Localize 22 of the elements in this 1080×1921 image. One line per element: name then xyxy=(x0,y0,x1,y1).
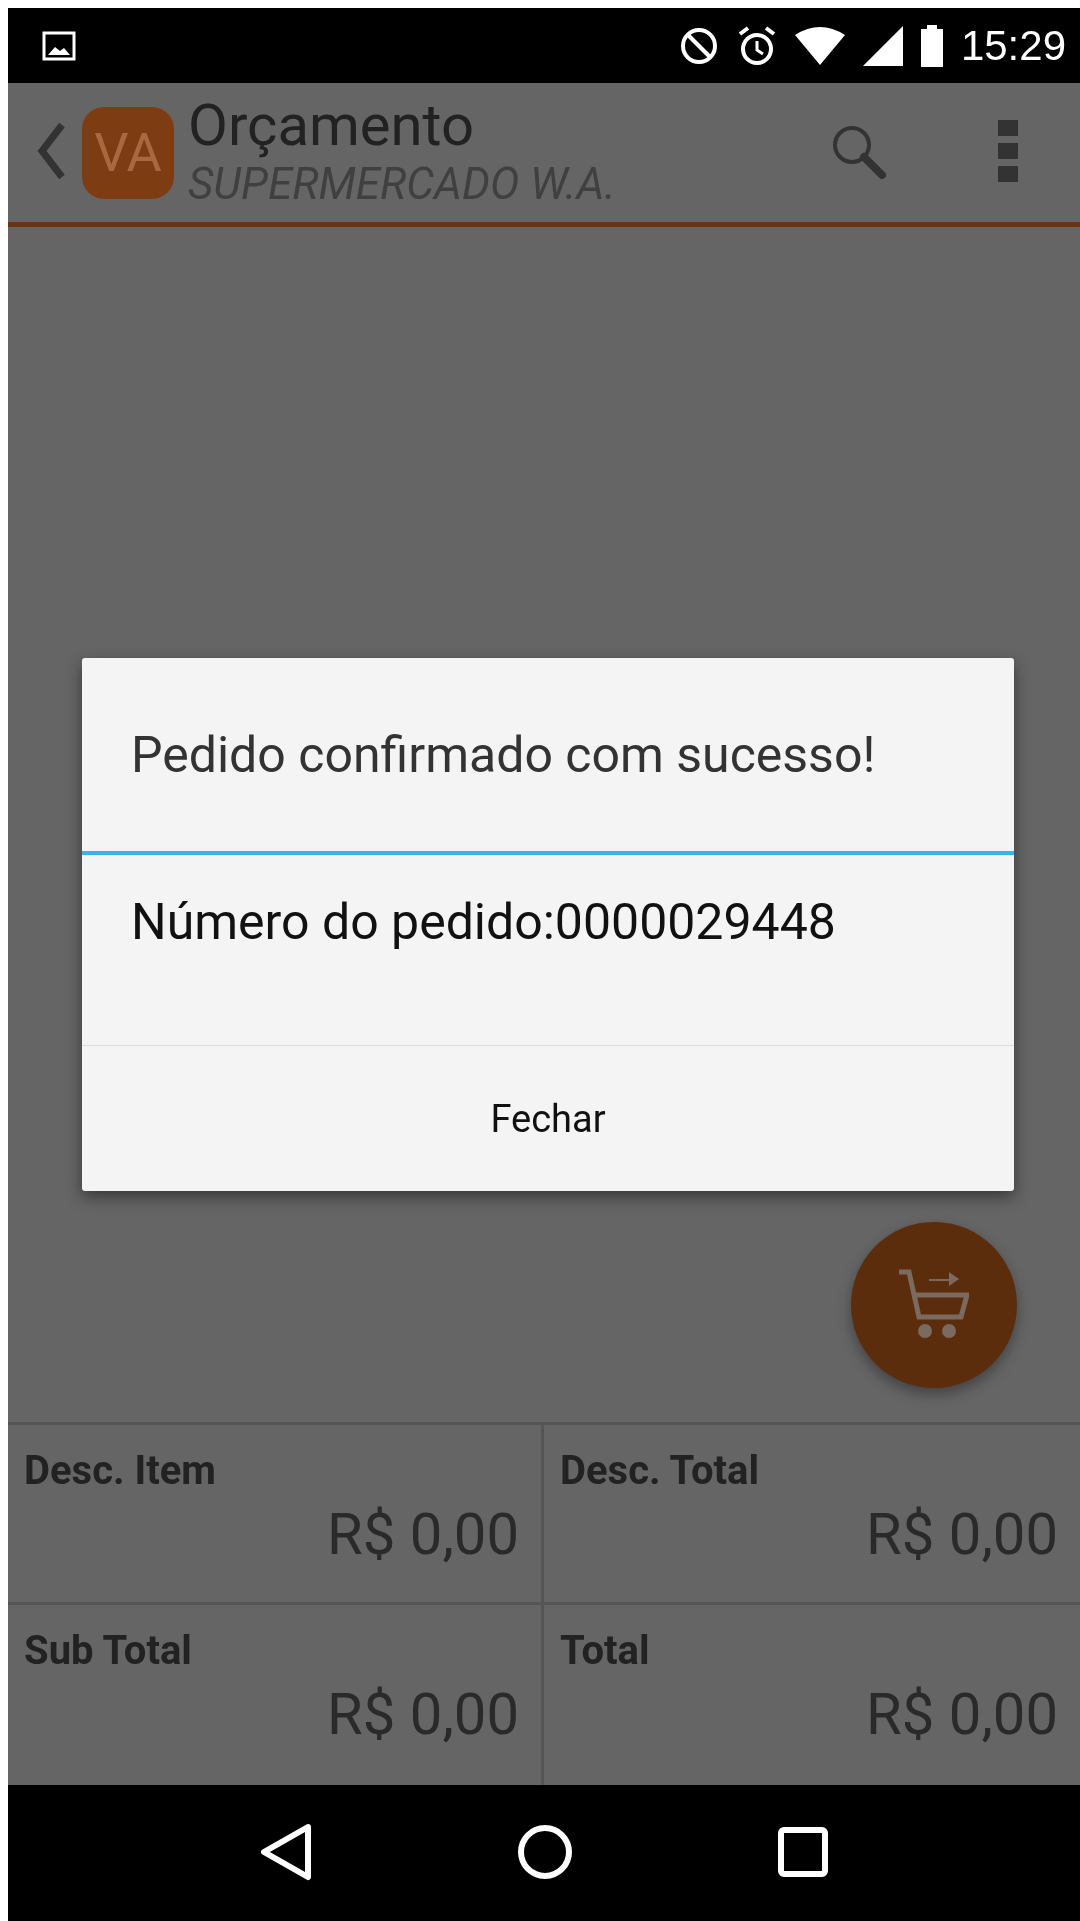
total-label: Desc. Item xyxy=(24,1447,217,1494)
dialog-title: Pedido confirmado com sucesso! xyxy=(82,658,1014,855)
signal-icon xyxy=(862,25,903,66)
clock-time: 15:29 xyxy=(960,21,1066,70)
alarm-icon xyxy=(736,24,777,67)
total-label: Total xyxy=(560,1627,651,1674)
total-value: R$ 0,00 xyxy=(866,1500,1058,1568)
image-icon xyxy=(42,30,76,61)
close-button[interactable]: Fechar xyxy=(82,1046,1014,1191)
battery-icon xyxy=(920,24,943,67)
cart-arrow-icon xyxy=(899,1269,969,1341)
wifi-icon xyxy=(794,26,845,65)
total-value: R$ 0,00 xyxy=(327,1500,519,1568)
app-title: Orçamento xyxy=(188,94,476,158)
total-label: Sub Total xyxy=(24,1627,193,1674)
total-value: R$ 0,00 xyxy=(866,1680,1058,1748)
total-label: Desc. Total xyxy=(560,1447,760,1494)
do-not-disturb-icon xyxy=(678,25,719,66)
recents-nav-button[interactable] xyxy=(777,1826,828,1880)
more-options-button[interactable] xyxy=(998,120,1018,185)
dialog-message: Número do pedido:0000029448 xyxy=(82,855,1014,1046)
total-value: R$ 0,00 xyxy=(327,1680,519,1748)
